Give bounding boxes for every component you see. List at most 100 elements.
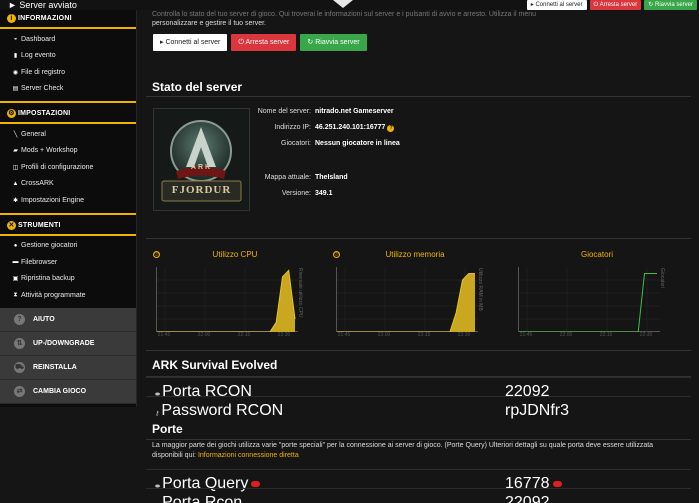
chart-y-label: Riversale utilizzo CPU: [297, 268, 303, 318]
section-divider: [0, 122, 136, 124]
sidebar-item-gestione-giocatori[interactable]: ● Gestione giocatori: [0, 238, 136, 255]
section-divider: [0, 27, 136, 29]
top-stop-button[interactable]: ⏻ Arresta server: [589, 0, 642, 10]
sidebar-item-file-di-registro[interactable]: ◉ File di registro: [0, 64, 136, 81]
x-tick-label: 22:30: [277, 332, 291, 338]
chart-y-label: Giocatori: [659, 268, 665, 289]
cart-icon: ⛟: [14, 361, 25, 373]
app-root: ► Server avviato ▸ Connetti al server ⏻ …: [0, 0, 699, 503]
crossark-icon: ▲: [12, 180, 19, 187]
sidebar-item-label: REINSTALLA: [33, 363, 77, 371]
x-ticks: 21:45 22:00 22:15 22:30: [156, 332, 298, 340]
status-pill: [251, 480, 261, 487]
direct-connection-link[interactable]: Informazioni connessione diretta: [198, 452, 299, 459]
x-tick-label: 21:45: [157, 332, 171, 338]
chart-y-label: Utilizzo RAM in MB: [477, 268, 483, 311]
sidebar-item-impostazioni-engine[interactable]: ✱ Impostazioni Engine: [0, 192, 136, 209]
sidebar-item-label: UP-/DOWNGRADE: [33, 339, 95, 347]
section-header-settings: ⚙ IMPOSTAZIONI: [7, 109, 71, 118]
x-tick-label: 22:15: [237, 332, 251, 338]
sidebar: i INFORMAZIONI ◒ Dashboard ▮ Log evento ◉ Fil…: [0, 10, 137, 407]
help-icon[interactable]: ?: [387, 125, 395, 132]
folder-icon: ▬: [12, 259, 19, 266]
ark-divider-top: [146, 350, 691, 351]
sidebar-item-label: CAMBIA GIOCO: [33, 387, 87, 395]
key-icon: ⚷: [155, 411, 160, 417]
charts-divider: [146, 238, 691, 239]
sidebar-item-attivit-programmate[interactable]: ⧗ Attività programmate: [0, 287, 136, 304]
backup-icon: ▣: [12, 276, 19, 283]
gears-icon: ⚙: [7, 109, 16, 118]
sidebar-item-label: File di registro: [21, 68, 65, 76]
x-tick-label: 21:45: [519, 332, 533, 338]
sidebar-item-label: Gestione giocatori: [21, 242, 78, 250]
sidebar-item-log-evento[interactable]: ▮ Log evento: [0, 48, 136, 65]
x-tick-label: 22:15: [599, 332, 613, 338]
clipboard-icon: ▤: [12, 86, 19, 93]
sidebar-item-label: Log evento: [21, 52, 56, 60]
sidebar-item-label: AIUTO: [33, 315, 55, 323]
section-divider: [0, 233, 136, 236]
sidebar-item-crossark[interactable]: ▲ CrossARK: [0, 176, 136, 193]
section-divider: [0, 212, 136, 215]
ark-row-rcon-port: ⬬ Porta RCON 22092: [146, 377, 691, 400]
x-tick-label: 22:30: [639, 332, 653, 338]
ark-row-rcon-password: ⚷ Password RCON rpJDNfr3: [146, 396, 691, 419]
sidebar-section-tools: ✕ STRUMENTI ● Gestione giocatori ▬ Filebrow…: [0, 217, 136, 304]
title-divider: [146, 96, 691, 97]
ports-divider: [146, 439, 691, 440]
sidebar-item-mods-workshop[interactable]: ▰ Mods + Workshop: [0, 143, 136, 160]
x-ticks: 21:45 22:00 22:15 22:30: [518, 332, 660, 340]
x-tick-label: 22:30: [457, 332, 471, 338]
sidebar-item-reinstalla[interactable]: ⛟ REINSTALLA: [0, 355, 136, 380]
cpu-chart: ◷ Utilizzo CPU Riversale utilizzo CPU 21…: [150, 250, 320, 342]
help-icon: ?: [14, 313, 25, 325]
intro-text: Controlla lo stato del tuo server di gio…: [152, 11, 537, 27]
eye-icon: ◉: [12, 69, 19, 76]
ark-title: ARK Survival Evolved: [152, 358, 278, 372]
sidebar-item-ripristina-backup[interactable]: ▣ Ripristina backup: [0, 271, 136, 288]
sidebar-item-label: CrossARK: [21, 180, 54, 188]
sidebar-item-label: General: [21, 130, 46, 138]
chart-svg: [157, 267, 299, 332]
chart-svg: [337, 267, 479, 332]
top-connect-button[interactable]: ▸ Connetti al server: [526, 0, 587, 10]
sidebar-item-label: Server Check: [21, 85, 64, 93]
sidebar-section-settings: ⚙ IMPOSTAZIONI ╲ General ▰ Mods + Workshop ◫…: [0, 105, 136, 209]
sidebar-item-general[interactable]: ╲ General: [0, 126, 136, 143]
connect-button[interactable]: ▸ Connetti al server: [153, 34, 228, 51]
sidebar-item-server-check[interactable]: ▤ Server Check: [0, 81, 136, 98]
sidebar-item-label: Attività programmate: [21, 291, 86, 299]
logo-ark-text: ARK: [190, 164, 213, 171]
sidebar-item-aiuto[interactable]: ? AIUTO: [0, 307, 136, 332]
stop-button[interactable]: ⏻ Arresta server: [231, 34, 297, 51]
collapse-notch[interactable]: [333, 0, 353, 8]
x-tick-label: 21:45: [337, 332, 351, 338]
series-line: [519, 273, 657, 332]
sidebar-item-filebrowser[interactable]: ▬ Filebrowser: [0, 254, 136, 271]
top-restart-button[interactable]: ↻ Riavvia server: [644, 0, 697, 10]
restart-button[interactable]: ↻ Riavvia server: [300, 34, 367, 51]
wrench-icon: ╲: [13, 131, 18, 138]
status-pill: [552, 480, 562, 487]
sidebar-item-label: Impostazioni Engine: [21, 196, 85, 204]
chart-title: Giocatori: [580, 250, 613, 259]
sidebar-section-info: i INFORMAZIONI ◒ Dashboard ▮ Log evento ◉ Fil…: [0, 10, 136, 97]
sidebar-item-label: Ripristina backup: [21, 275, 75, 283]
gauge-icon: ◒: [13, 36, 18, 43]
series-line: [157, 269, 296, 332]
server-status-text: ► Server avviato: [8, 0, 77, 10]
swap-icon: ⇄: [14, 385, 25, 397]
sidebar-item-profili-di-configurazione[interactable]: ◫ Profili di configurazione: [0, 159, 136, 176]
series-area: [157, 270, 295, 332]
chart-plot: [156, 267, 299, 332]
x-tick-label: 22:00: [559, 332, 573, 338]
sidebar-item-up-downgrade[interactable]: ⇅ UP-/DOWNGRADE: [0, 331, 136, 356]
sidebar-item-dashboard[interactable]: ◒ Dashboard: [0, 31, 136, 48]
memory-chart: ◷ Utilizzo memoria Utilizzo RAM in MB 21…: [330, 250, 500, 342]
top-actions: ▸ Connetti al server ⏻ Arresta server ↻ …: [526, 0, 697, 10]
port-row-rcon: ⬬Porta Rcon 22092: [146, 488, 691, 503]
server-state-title: Stato del server: [152, 80, 243, 94]
ports-description: La maggior parte dei giochi utilizza var…: [152, 442, 654, 459]
sidebar-item-cambia-gioco[interactable]: ⇄ CAMBIA GIOCO: [0, 379, 136, 404]
